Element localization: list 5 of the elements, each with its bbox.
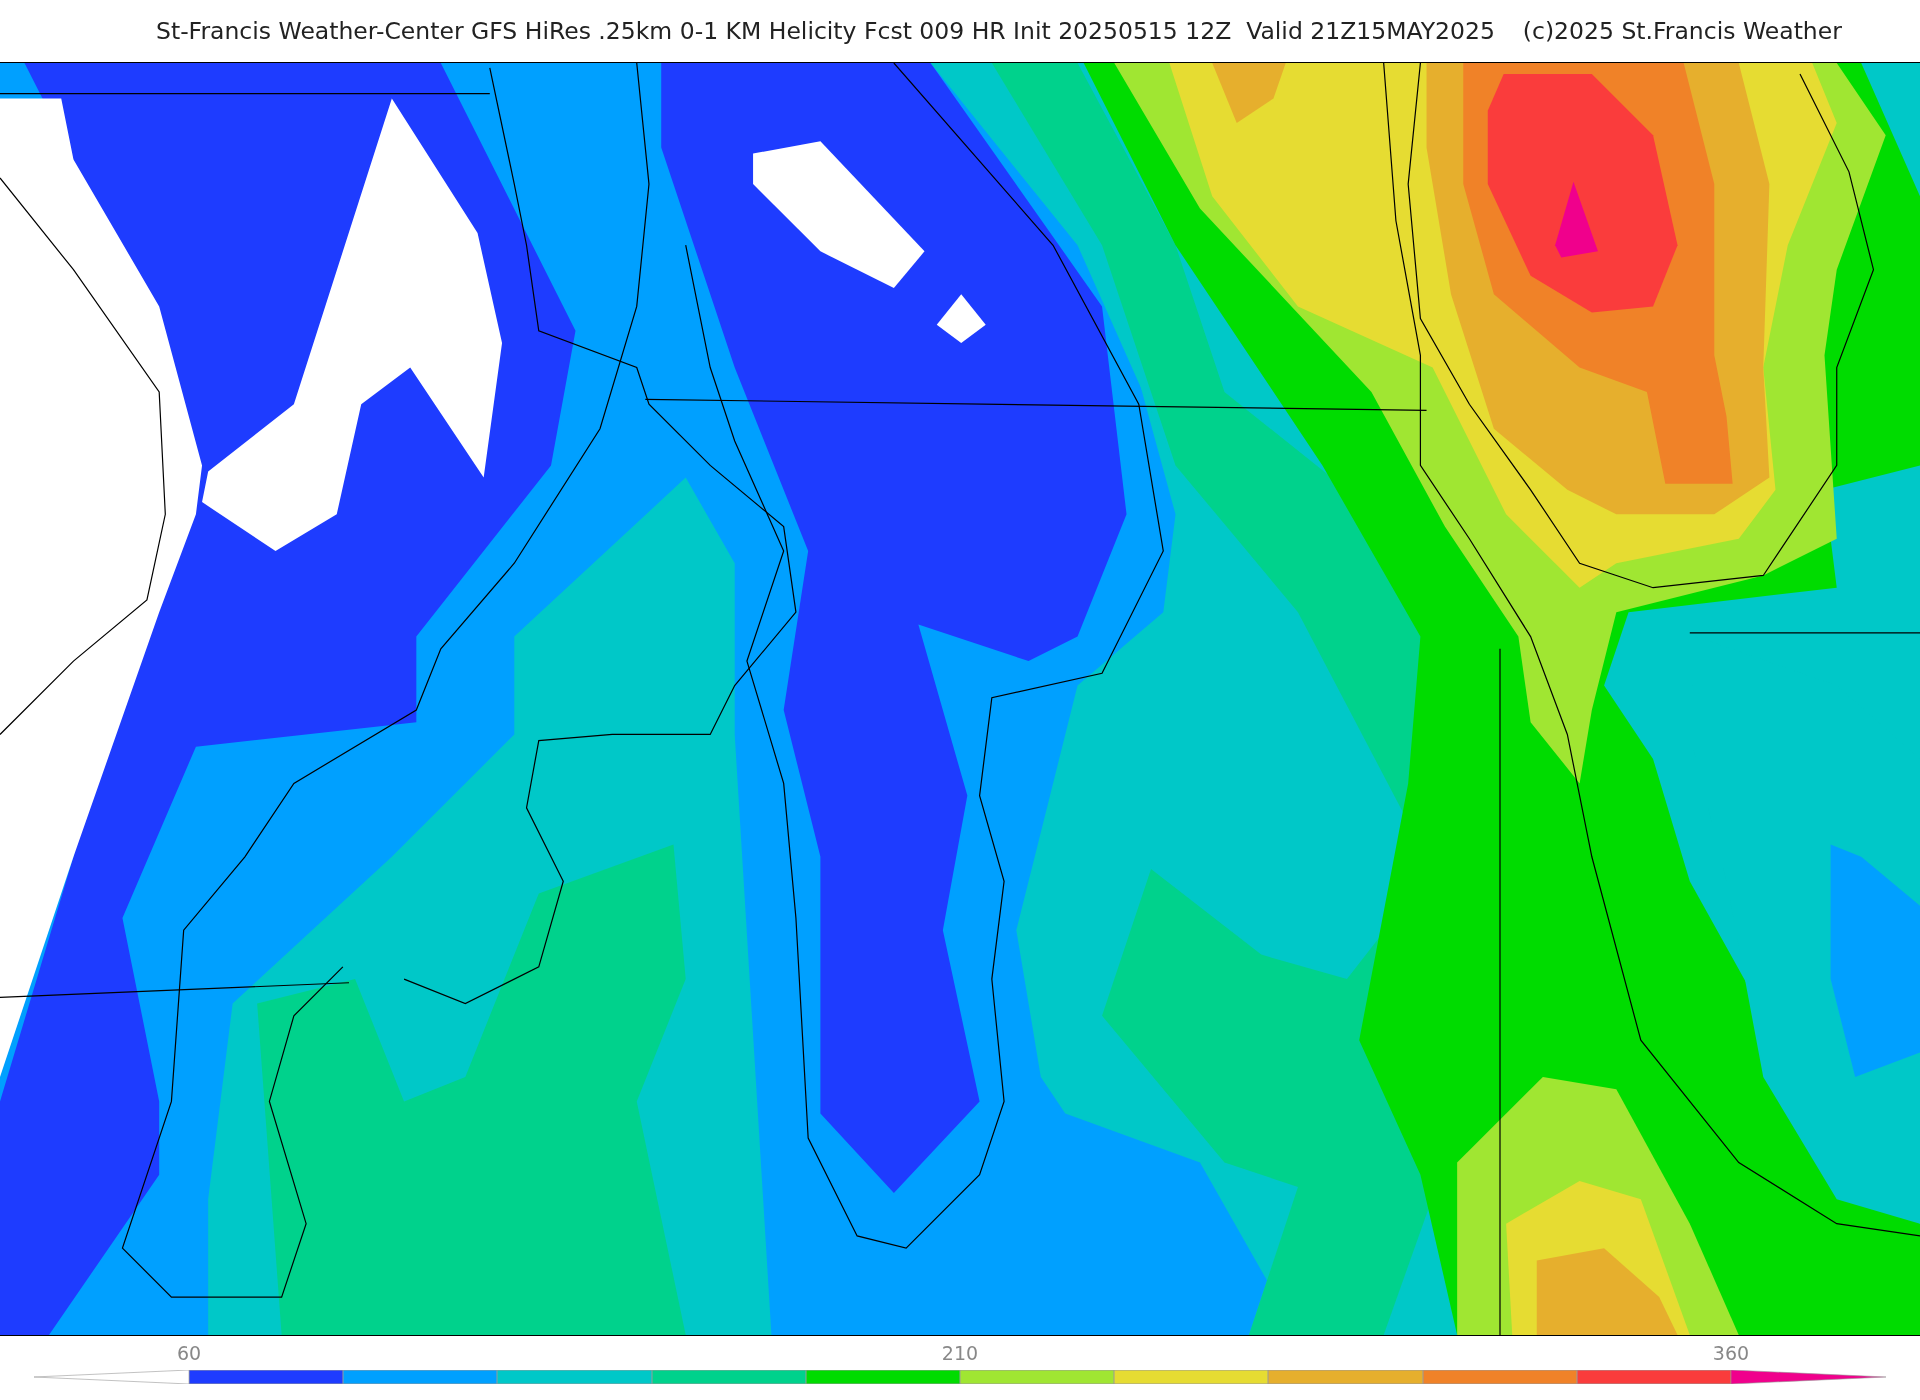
tick-label: 360: [1711, 1342, 1751, 1364]
map-title: St-Francis Weather-Center GFS HiRes .25km 0-1 KM Helicity Fcst 009 HR Init 20250515 12Z Valid 21Z15MAY2025: [156, 17, 1495, 45]
copyright-text: (c)2025 St.Francis Weather: [1522, 17, 1842, 45]
tick-label: 60: [175, 1342, 203, 1364]
tick-label: 210: [940, 1342, 980, 1364]
